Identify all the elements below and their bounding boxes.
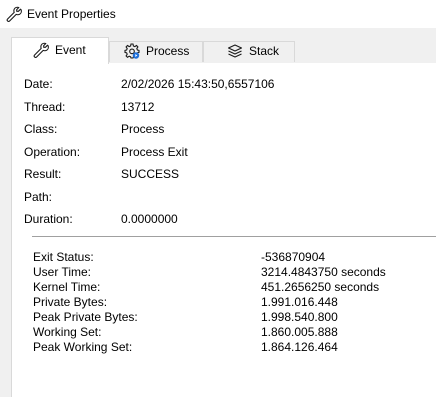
operation-label: Operation: (24, 145, 81, 159)
window-title: Event Properties (27, 7, 116, 21)
result-label: Result: (24, 167, 62, 181)
thread-value: 13712 (121, 100, 155, 114)
peak-working-set-value: 1.864.126.464 (261, 340, 338, 354)
private-bytes-label: Private Bytes: (33, 295, 108, 309)
tab-stack[interactable]: Stack (203, 41, 295, 62)
user-time-label: User Time: (33, 265, 92, 279)
working-set-value: 1.860.005.888 (261, 325, 338, 339)
operation-value: Process Exit (121, 145, 188, 159)
working-set-label: Working Set: (33, 325, 102, 339)
class-value: Process (121, 122, 165, 136)
private-bytes-value: 1.991.016.448 (261, 295, 338, 309)
date-value: 2/02/2026 15:43:50,6557106 (121, 77, 275, 91)
kernel-time-value: 451.2656250 seconds (261, 280, 380, 294)
peak-private-bytes-value: 1.998.540.800 (261, 310, 338, 324)
tab-event-label: Event (55, 43, 86, 57)
kernel-time-label: Kernel Time: (33, 280, 101, 294)
exit-status-label: Exit Status: (33, 250, 94, 264)
event-panel: Date: 2/02/2026 15:43:50,6557106 Thread:… (11, 63, 436, 397)
tab-event[interactable]: Event (11, 37, 109, 64)
stack-layers-icon (227, 44, 243, 58)
thread-label: Thread: (24, 100, 66, 114)
tab-strip: Event Process Stack (0, 28, 436, 64)
exit-status-value: -536870904 (261, 250, 326, 264)
duration-value: 0.0000000 (121, 212, 178, 226)
duration-label: Duration: (24, 212, 73, 226)
class-label: Class: (24, 122, 58, 136)
user-time-value: 3214.4843750 seconds (261, 265, 386, 279)
peak-working-set-label: Peak Working Set: (33, 340, 133, 354)
tab-stack-label: Stack (249, 44, 280, 58)
result-value: SUCCESS (121, 167, 180, 181)
date-label: Date: (24, 77, 53, 91)
tab-process-label: Process (146, 44, 190, 58)
gear-icon (124, 43, 140, 59)
wrench-icon (33, 42, 49, 58)
peak-private-bytes-label: Peak Private Bytes: (33, 310, 138, 324)
wrench-icon (6, 6, 22, 22)
tab-process[interactable]: Process (109, 41, 203, 62)
section-divider (32, 236, 436, 237)
path-label: Path: (24, 190, 53, 204)
title-bar: Event Properties (0, 0, 436, 28)
